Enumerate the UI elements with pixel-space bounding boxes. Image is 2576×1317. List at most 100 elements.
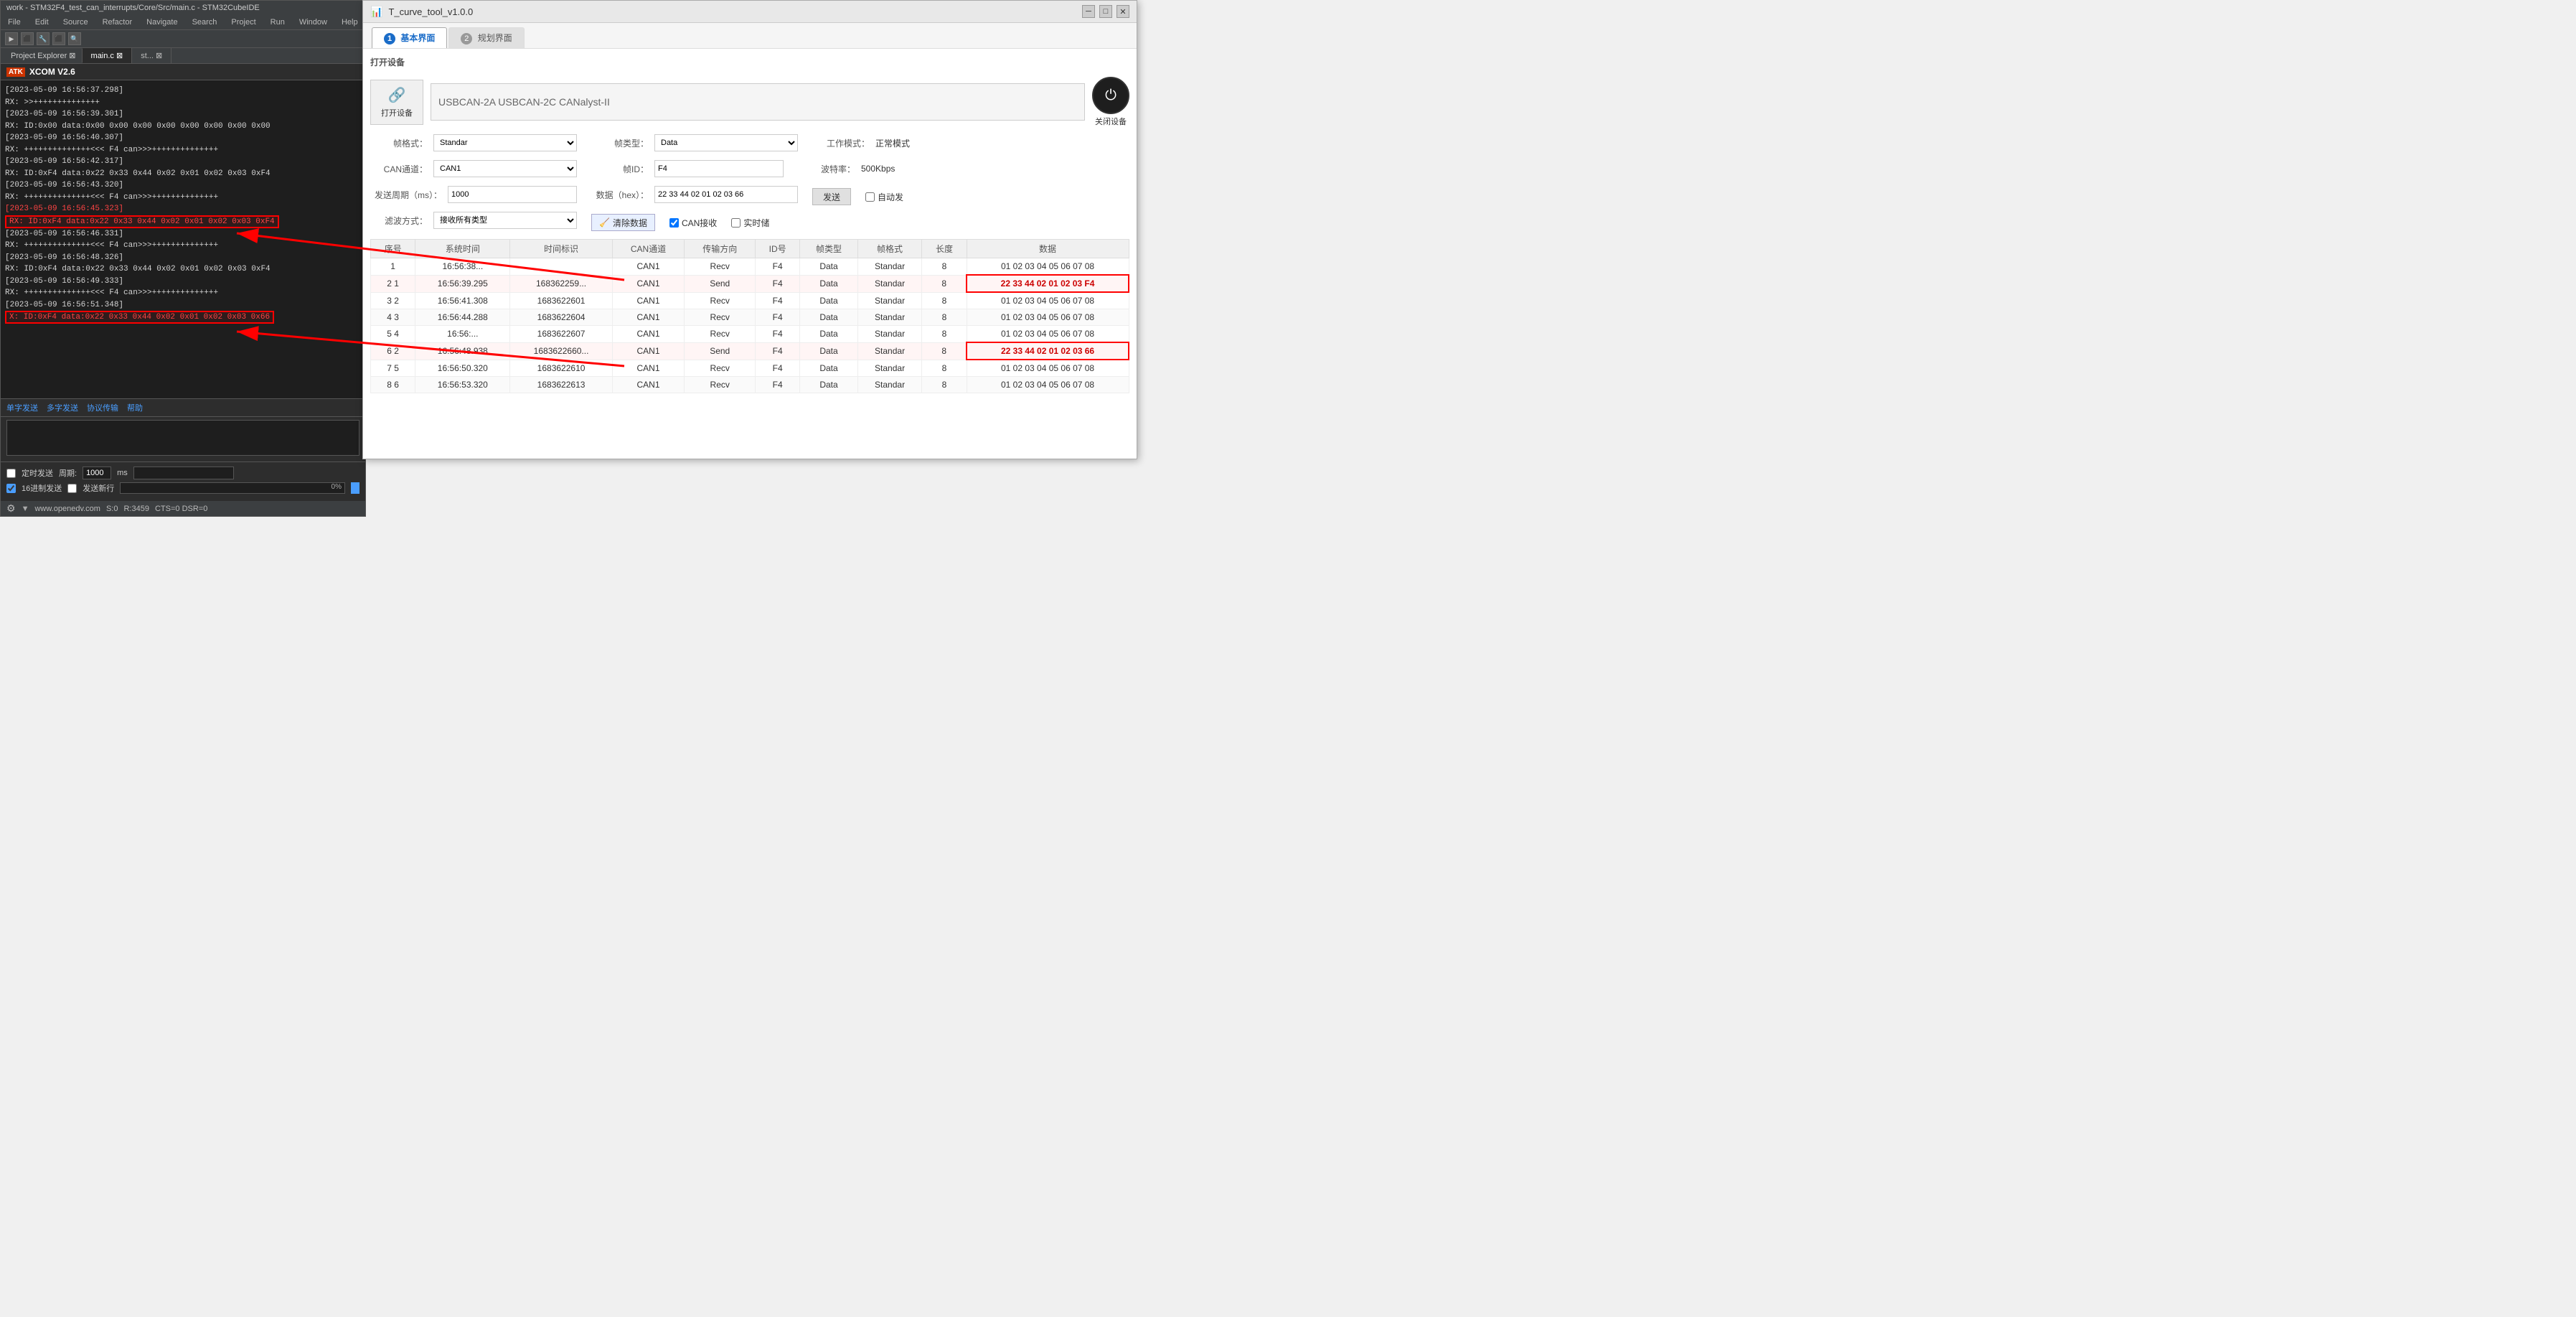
tab-plan[interactable]: 2 规划界面 [448, 27, 524, 48]
tcurve-title-text: T_curve_tool_v1.0.0 [388, 6, 473, 17]
table-cell: Recv [685, 292, 756, 309]
timed-send-check[interactable] [6, 469, 16, 478]
menu-file[interactable]: File [5, 17, 24, 28]
table-cell: 1683622613 [510, 377, 612, 393]
table-row: 7 516:56:50.3201683622610CAN1RecvF4DataS… [371, 360, 1129, 377]
work-mode-value: 正常模式 [875, 137, 910, 149]
progress-bar: 0% [120, 482, 345, 494]
auto-send-checkbox[interactable] [865, 192, 875, 202]
table-cell: Data [800, 309, 857, 326]
col-frame-format: 帧格式 [857, 240, 922, 258]
send-button[interactable]: 发送 [812, 188, 851, 205]
menu-edit[interactable]: Edit [32, 17, 52, 28]
table-cell: 7 5 [371, 360, 415, 377]
clear-data-btn[interactable]: 🧹 清除数据 [591, 214, 655, 231]
tab-plan-label: 规划界面 [478, 33, 512, 43]
menu-protocol[interactable]: 协议传输 [87, 402, 118, 413]
ide-tabs: Project Explorer ⊠ main.c ⊠ st... ⊠ [1, 48, 365, 64]
frame-type-select[interactable]: Data [654, 134, 798, 151]
send-text-input[interactable] [133, 467, 234, 479]
toolbar-btn-4[interactable]: ⬛ [52, 32, 65, 45]
table-cell: Standar [857, 342, 922, 360]
device-options: USBCAN-2A USBCAN-2C CANalyst-II [438, 96, 610, 108]
table-header: 序号 系统时间 时间标识 CAN通道 传输方向 ID号 帧类型 帧格式 长度 数… [371, 240, 1129, 258]
menu-multi-send[interactable]: 多字发送 [47, 402, 78, 413]
table-cell: CAN1 [612, 360, 685, 377]
menu-single-send[interactable]: 单字发送 [6, 402, 38, 413]
frame-id-input[interactable] [654, 160, 784, 177]
xcom-log: [2023-05-09 16:56:37.298] RX: >>++++++++… [1, 80, 365, 398]
toolbar-btn-2[interactable]: ⬛ [21, 32, 34, 45]
xcom-statusbar: ⚙ ▼ www.openedv.com S:0 R:3459 CTS=0 DSR… [1, 501, 365, 516]
toolbar-btn-1[interactable]: ▶ [5, 32, 18, 45]
frame-format-label: 帧格式： [370, 137, 428, 149]
st-tab[interactable]: st... ⊠ [132, 48, 171, 63]
project-explorer-tab[interactable]: Project Explorer ⊠ [5, 49, 83, 62]
menu-source[interactable]: Source [60, 17, 91, 28]
log-line-18: [2023-05-09 16:56:51.348] [5, 299, 361, 311]
power-btn[interactable]: ⏻ [1092, 77, 1129, 114]
xcom-panel: ATK XCOM V2.6 [2023-05-09 16:56:37.298] … [1, 64, 365, 516]
log-line-4: RX: ID:0x00 data:0x00 0x00 0x00 0x00 0x0… [5, 121, 361, 133]
toolbar-btn-3[interactable]: 🔧 [37, 32, 50, 45]
tab-basic-num: 1 [384, 33, 395, 44]
newline-check[interactable] [67, 484, 77, 493]
menu-search[interactable]: Search [189, 17, 220, 28]
tcurve-title-left: 📊 T_curve_tool_v1.0.0 [370, 6, 473, 18]
log-line-5: [2023-05-09 16:56:40.307] [5, 132, 361, 144]
table-cell: Data [800, 326, 857, 343]
toolbar-btn-5[interactable]: 🔍 [68, 32, 81, 45]
table-cell: 1683622607 [510, 326, 612, 343]
col-sys-time: 系统时间 [415, 240, 510, 258]
realtime-checkbox[interactable] [731, 218, 741, 228]
ide-titlebar: work - STM32F4_test_can_interrupts/Core/… [1, 1, 365, 15]
tab-basic[interactable]: 1 基本界面 [372, 27, 447, 48]
filter-row-inner: 滤波方式： 接收所有类型 [370, 212, 577, 229]
ide-menubar[interactable]: File Edit Source Refactor Navigate Searc… [1, 15, 365, 30]
gear-icon[interactable]: ⚙ [6, 502, 16, 515]
hex-send-label: 16进制发送 [22, 482, 62, 494]
log-line-17: RX: ++++++++++++++<<< F4 can>>>+++++++++… [5, 287, 361, 299]
realtime-check: 实时储 [731, 217, 769, 229]
menu-help[interactable]: 帮助 [127, 402, 143, 413]
send-input-box[interactable] [6, 420, 359, 456]
log-line-1: [2023-05-09 16:56:37.298] [5, 85, 361, 97]
menu-navigate[interactable]: Navigate [144, 17, 180, 28]
filter-select[interactable]: 接收所有类型 [433, 212, 577, 229]
frame-format-select[interactable]: Standar [433, 134, 577, 151]
main-c-tab[interactable]: main.c ⊠ [83, 48, 133, 63]
baud-rate-label: 波特率： [798, 163, 855, 175]
menu-project[interactable]: Project [228, 17, 258, 28]
log-line-ts-red: [2023-05-09 16:56:45.323] [5, 203, 361, 215]
period-input[interactable] [83, 467, 111, 479]
realtime-label: 实时储 [743, 217, 769, 229]
timed-send-label: 定时发送 [22, 467, 53, 479]
menu-window[interactable]: Window [296, 17, 330, 28]
table-cell: CAN1 [612, 258, 685, 276]
can-recv-checkbox[interactable] [669, 218, 679, 228]
maximize-btn[interactable]: □ [1099, 5, 1112, 18]
send-period-input[interactable] [448, 186, 577, 203]
col-seq: 序号 [371, 240, 415, 258]
open-device-label: 打开设备 [381, 107, 413, 118]
log-line-10: RX: ++++++++++++++<<< F4 can>>>+++++++++… [5, 192, 361, 204]
send-area [1, 416, 365, 461]
data-table: 序号 系统时间 时间标识 CAN通道 传输方向 ID号 帧类型 帧格式 长度 数… [370, 239, 1129, 393]
send-period-label: 发送周期（ms）： [370, 189, 442, 201]
menu-help[interactable]: Help [339, 17, 361, 28]
data-hex-input[interactable] [654, 186, 798, 203]
menu-refactor[interactable]: Refactor [100, 17, 136, 28]
can-channel-select[interactable]: CAN1 [433, 160, 577, 177]
open-device-btn[interactable]: 🔗 打开设备 [370, 80, 423, 125]
menu-run[interactable]: Run [268, 17, 288, 28]
close-btn[interactable]: ✕ [1117, 5, 1129, 18]
table-row: 6 216:56:48.9381683622660...CAN1SendF4Da… [371, 342, 1129, 360]
minimize-btn[interactable]: ─ [1082, 5, 1095, 18]
ide-title: work - STM32F4_test_can_interrupts/Core/… [6, 4, 260, 12]
xcom-bottom: 定时发送 周期: ms 16进制发送 发送新行 0% [1, 461, 365, 501]
col-data: 数据 [967, 240, 1129, 258]
table-cell: 5 4 [371, 326, 415, 343]
log-highlight-box-2: X: ID:0xF4 data:0x22 0x33 0x44 0x02 0x01… [5, 311, 274, 324]
table-cell: Standar [857, 292, 922, 309]
hex-send-check[interactable] [6, 484, 16, 493]
